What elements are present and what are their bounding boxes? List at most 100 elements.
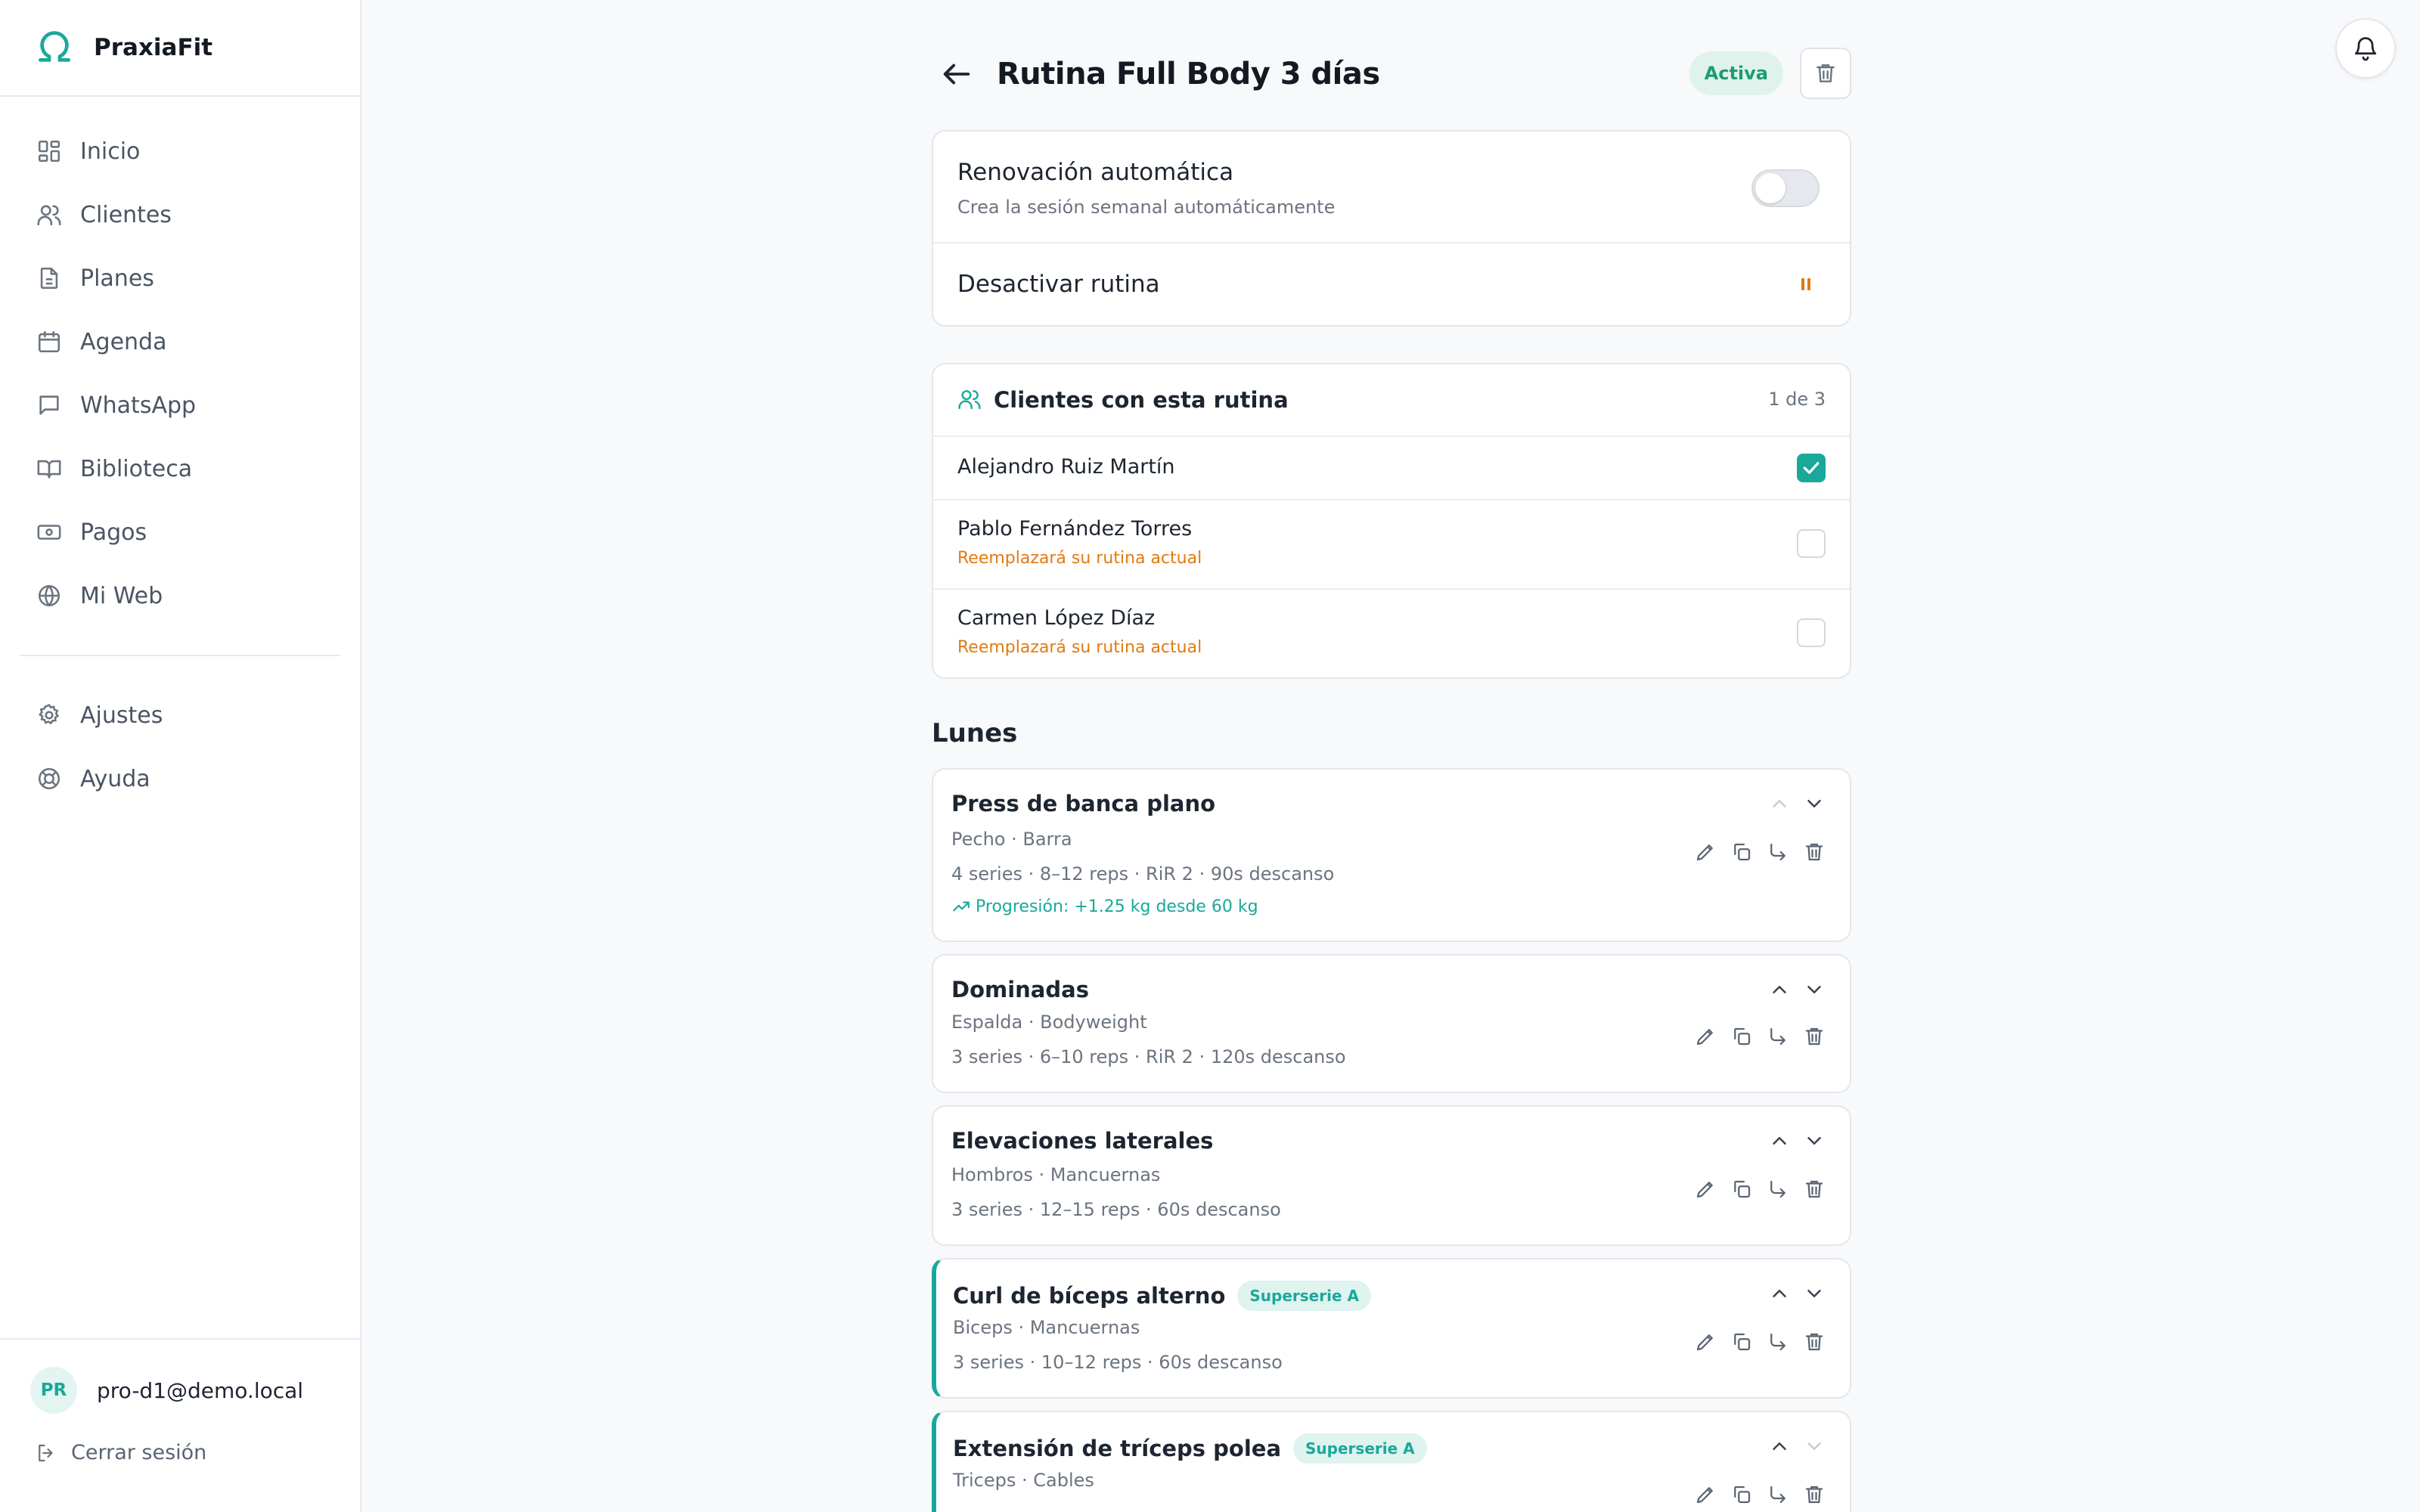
move-to-day-button[interactable] (1767, 1178, 1789, 1201)
move-to-day-button[interactable] (1767, 1483, 1789, 1506)
delete-exercise-button[interactable] (1803, 1331, 1826, 1353)
exercise-card: Elevaciones laterales Hombros · Mancuern… (932, 1105, 1851, 1246)
chat-icon (36, 392, 80, 418)
day-title: Lunes (932, 718, 1018, 748)
brand[interactable]: PraxiaFit (0, 0, 360, 97)
sidebar-item-agenda[interactable]: Agenda (0, 310, 360, 373)
delete-exercise-button[interactable] (1803, 1483, 1826, 1506)
client-warning: Reemplazará su rutina actual (957, 549, 1202, 568)
money-icon (36, 519, 80, 545)
edit-button[interactable] (1694, 1178, 1717, 1201)
exercise-card: Press de banca plano Pecho · Barra 4 ser… (932, 768, 1851, 942)
sidebar-item-label: Pagos (80, 519, 147, 546)
superset-badge: Superserie A (1237, 1281, 1371, 1311)
bell-icon (2352, 35, 2379, 62)
client-checkbox[interactable] (1797, 618, 1826, 647)
document-icon (36, 265, 80, 291)
move-up-button[interactable] (1768, 1435, 1791, 1458)
avatar: PR (30, 1367, 77, 1414)
sidebar-item-whatsapp[interactable]: WhatsApp (0, 373, 360, 437)
clients-title: Clientes con esta rutina (994, 387, 1289, 413)
exercise-name-text: Extensión de tríceps polea (953, 1436, 1282, 1461)
exercise-name: Press de banca plano (951, 791, 1215, 816)
globe-icon (36, 583, 80, 609)
client-checkbox[interactable] (1797, 529, 1826, 558)
move-down-button[interactable] (1803, 1435, 1826, 1458)
sidebar-item-planes[interactable]: Planes (0, 246, 360, 310)
client-name: Carmen López Díaz (957, 606, 1156, 630)
delete-routine-button[interactable] (1800, 48, 1851, 99)
notifications-button[interactable] (2335, 18, 2396, 79)
pause-icon (1797, 275, 1815, 293)
exercise-progression: Progresión: +1.25 kg desde 60 kg (951, 897, 1258, 916)
sidebar-item-mi-web[interactable]: Mi Web (0, 564, 360, 627)
duplicate-button[interactable] (1730, 1483, 1753, 1506)
edit-button[interactable] (1694, 841, 1717, 863)
exercise-params: 4 series · 8–12 reps · RiR 2 · 90s desca… (951, 863, 1335, 885)
duplicate-button[interactable] (1730, 841, 1753, 863)
sidebar-item-inicio[interactable]: Inicio (0, 119, 360, 183)
exercise-name-text: Curl de bíceps alterno (953, 1283, 1226, 1309)
move-down-button[interactable] (1803, 978, 1826, 1001)
reorder-controls (1768, 792, 1826, 815)
edit-button[interactable] (1694, 1483, 1717, 1506)
main-content: Rutina Full Body 3 días Activa Renovació… (932, 0, 1851, 1512)
client-checkbox[interactable] (1797, 454, 1826, 482)
move-to-day-button[interactable] (1767, 841, 1789, 863)
exercise-params: 3 series · 6–10 reps · RiR 2 · 120s desc… (951, 1046, 1346, 1067)
sidebar-item-pagos[interactable]: Pagos (0, 500, 360, 564)
sidebar-item-label: Inicio (80, 138, 141, 165)
sidebar-item-label: Clientes (80, 201, 172, 228)
exercise-params: 3 series · 12–15 reps · 60s descanso (951, 1199, 1281, 1220)
sidebar-item-label: WhatsApp (80, 392, 197, 419)
client-name: Alejandro Ruiz Martín (957, 455, 1175, 479)
duplicate-button[interactable] (1730, 1025, 1753, 1048)
exercise-name-text: Elevaciones laterales (951, 1128, 1214, 1154)
brand-name: PraxiaFit (94, 34, 213, 61)
move-up-button[interactable] (1768, 792, 1791, 815)
duplicate-button[interactable] (1730, 1178, 1753, 1201)
sidebar-item-ayuda[interactable]: Ayuda (0, 747, 360, 810)
exercise-meta: Hombros · Mancuernas (951, 1164, 1161, 1185)
move-down-button[interactable] (1803, 792, 1826, 815)
move-down-button[interactable] (1803, 1129, 1826, 1152)
client-row[interactable]: Alejandro Ruiz Martín (933, 437, 1850, 500)
auto-renew-subtitle: Crea la sesión semanal automáticamente (957, 197, 1336, 218)
move-down-button[interactable] (1803, 1282, 1826, 1305)
calendar-icon (36, 329, 80, 355)
exercise-card: Dominadas Espalda · Bodyweight 3 series … (932, 954, 1851, 1093)
exercise-actions (1694, 1331, 1826, 1353)
deactivate-routine-button[interactable]: Desactivar rutina (933, 243, 1850, 325)
exercise-name: Dominadas (951, 977, 1089, 1002)
deactivate-label: Desactivar rutina (957, 271, 1160, 298)
delete-exercise-button[interactable] (1803, 841, 1826, 863)
lifebuoy-icon (36, 766, 80, 792)
sidebar-item-label: Biblioteca (80, 455, 193, 482)
client-row[interactable]: Pablo Fernández Torres Reemplazará su ru… (933, 500, 1850, 590)
delete-exercise-button[interactable] (1803, 1025, 1826, 1048)
exercise-actions (1694, 1483, 1826, 1506)
client-row[interactable]: Carmen López Díaz Reemplazará su rutina … (933, 590, 1850, 677)
auto-renew-toggle[interactable] (1751, 169, 1820, 207)
status-badge: Activa (1689, 51, 1783, 95)
duplicate-button[interactable] (1730, 1331, 1753, 1353)
sidebar-item-clientes[interactable]: Clientes (0, 183, 360, 246)
logout-button[interactable]: Cerrar sesión (0, 1414, 360, 1464)
move-up-button[interactable] (1768, 1282, 1791, 1305)
user-profile[interactable]: PR pro-d1@demo.local (0, 1340, 360, 1414)
sidebar: PraxiaFit Inicio Clientes Planes Agenda … (0, 0, 361, 1512)
sidebar-item-ajustes[interactable]: Ajustes (0, 683, 360, 747)
move-up-button[interactable] (1768, 978, 1791, 1001)
move-to-day-button[interactable] (1767, 1025, 1789, 1048)
reorder-controls (1768, 1282, 1826, 1305)
page-title: Rutina Full Body 3 días (997, 57, 1380, 91)
back-button[interactable] (939, 57, 974, 91)
move-up-button[interactable] (1768, 1129, 1791, 1152)
edit-button[interactable] (1694, 1025, 1717, 1048)
sidebar-item-label: Mi Web (80, 582, 163, 609)
sidebar-item-biblioteca[interactable]: Biblioteca (0, 437, 360, 500)
edit-button[interactable] (1694, 1331, 1717, 1353)
move-to-day-button[interactable] (1767, 1331, 1789, 1353)
superset-badge: Superserie A (1293, 1433, 1427, 1464)
delete-exercise-button[interactable] (1803, 1178, 1826, 1201)
